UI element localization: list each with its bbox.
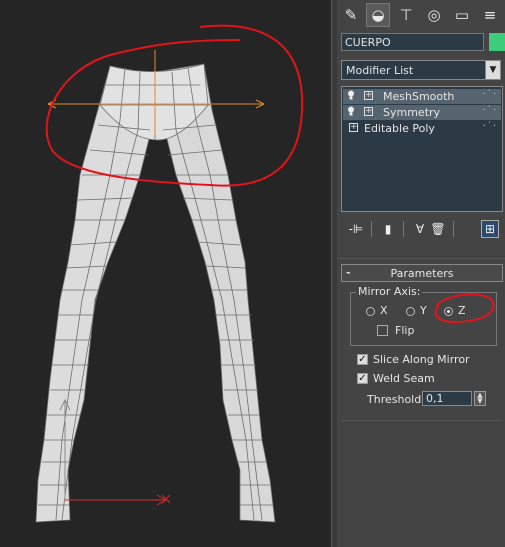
command-panel: ✎ ◒ ⊤ ◎ ▭ ≡ CUERPO Modifier List ▼ + Mes…: [337, 0, 505, 547]
viewport-canvas[interactable]: [0, 0, 331, 547]
panel-divider: [341, 420, 501, 421]
slice-along-mirror-checkbox[interactable]: ✓: [357, 354, 368, 365]
world-axis-tripod: [65, 494, 171, 506]
viewport[interactable]: [0, 0, 332, 547]
weld-seam-label: Weld Seam: [373, 372, 435, 385]
weld-seam-checkbox[interactable]: ✓: [357, 373, 368, 384]
slice-along-mirror-label: Slice Along Mirror: [373, 353, 470, 366]
threshold-input[interactable]: 0,1: [422, 391, 472, 406]
annotation-circle-z: [434, 293, 495, 324]
threshold-spinner[interactable]: ▲ ▼: [474, 391, 486, 406]
annotation-layer: [434, 293, 495, 324]
threshold-label: Threshold:: [367, 393, 425, 406]
